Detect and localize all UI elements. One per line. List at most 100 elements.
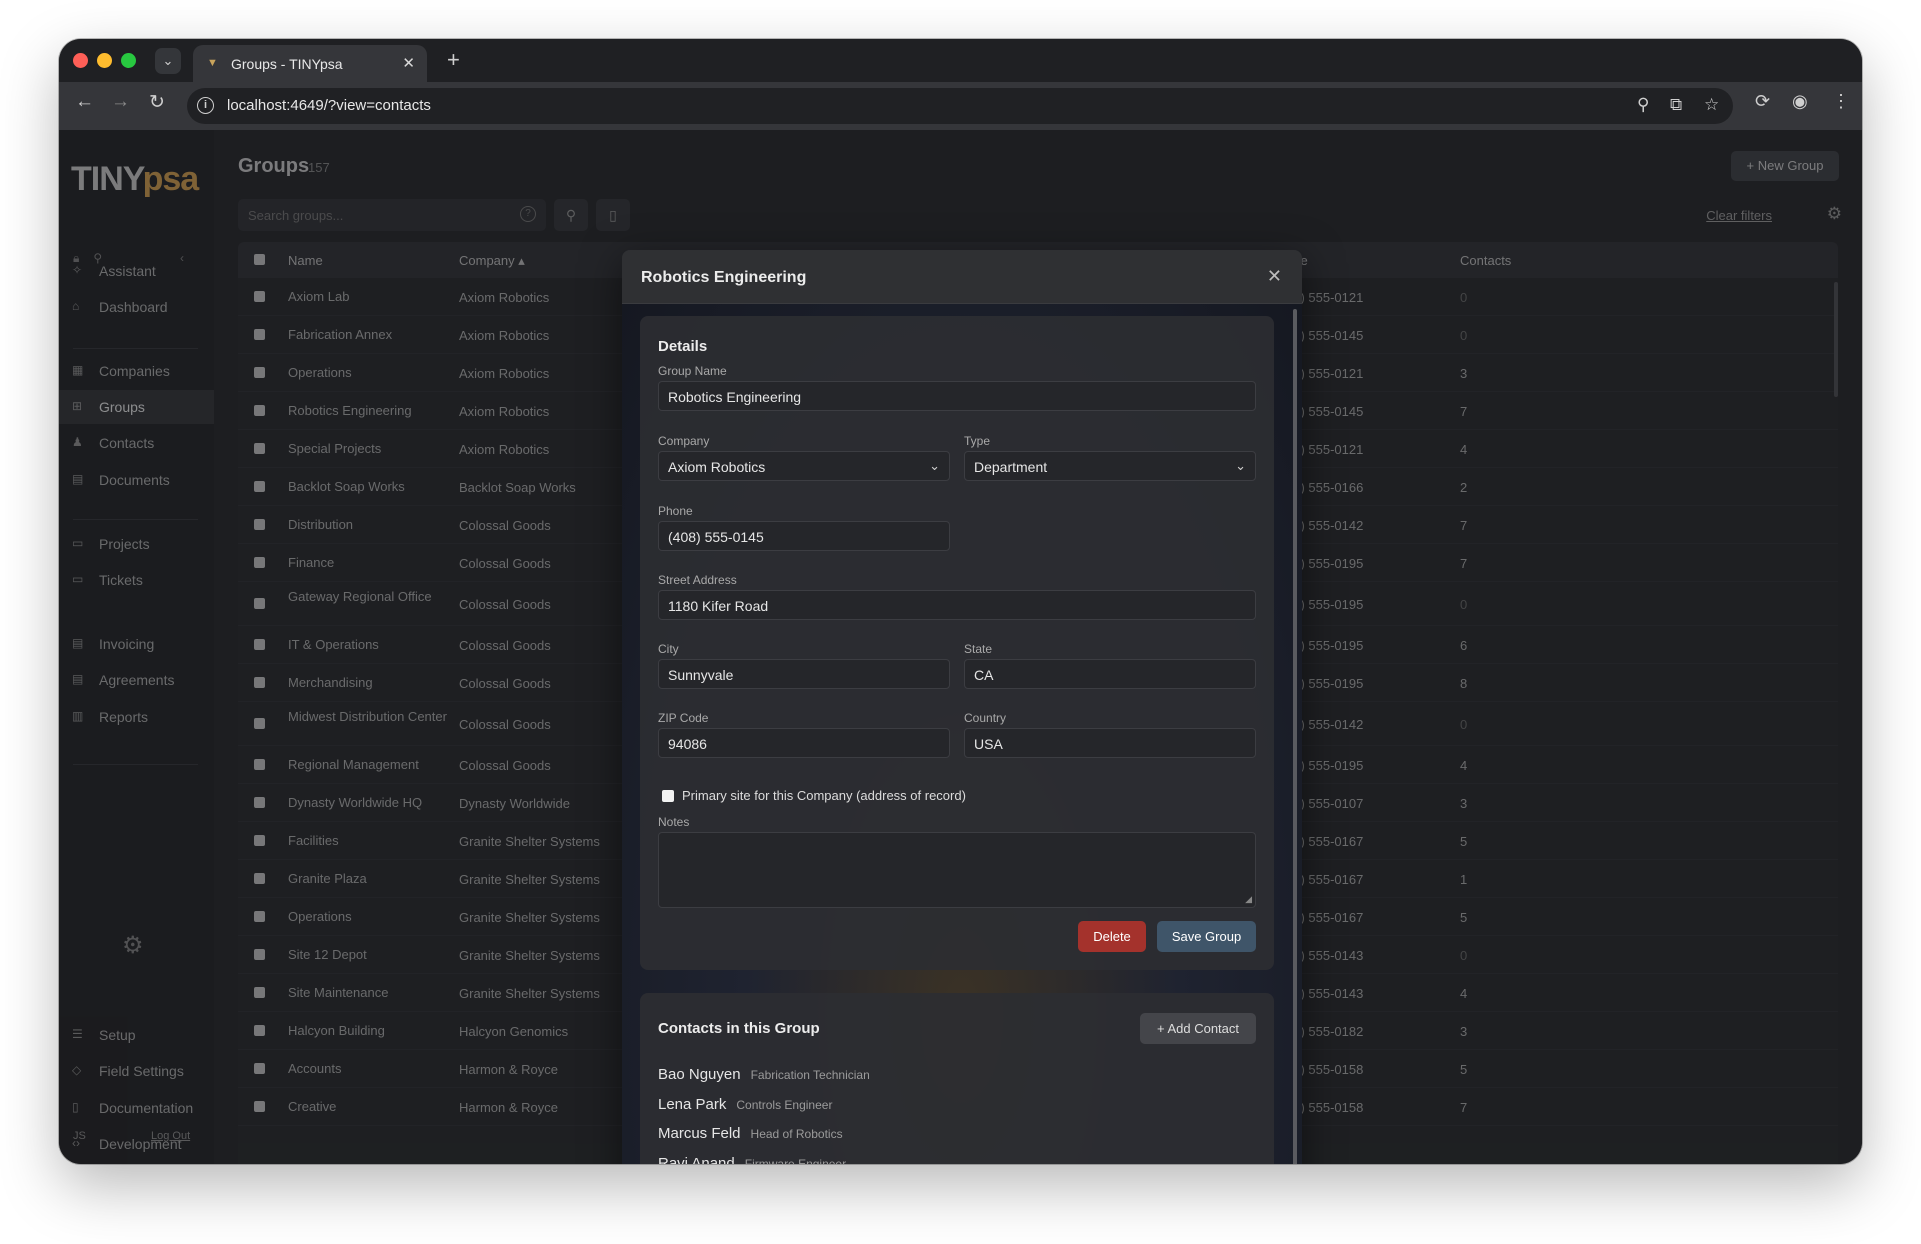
back-arrow-icon[interactable]: ← — [75, 91, 94, 113]
address-bar[interactable]: i localhost:4649/?view=contacts ⚲ ⧉ ☆ — [187, 88, 1733, 124]
user-initials[interactable]: JS — [73, 1130, 86, 1142]
row-checkbox[interactable] — [254, 1025, 265, 1036]
new-group-button[interactable]: + New Group — [1731, 151, 1839, 181]
sidebar-item-assistant[interactable]: ✧ Assistant — [59, 254, 214, 288]
cell-name[interactable]: Dynasty Worldwide HQ — [288, 796, 448, 810]
reload-icon[interactable]: ↻ — [149, 91, 165, 114]
cell-name[interactable]: Backlot Soap Works — [288, 480, 448, 494]
add-contact-button[interactable]: + Add Contact — [1140, 1013, 1256, 1044]
row-checkbox[interactable] — [254, 443, 265, 454]
sidebar-item-agreements[interactable]: ▤ Agreements — [59, 663, 214, 697]
row-checkbox[interactable] — [254, 987, 265, 998]
row-checkbox[interactable] — [254, 949, 265, 960]
cell-name[interactable]: Accounts — [288, 1062, 448, 1076]
sidebar-item-field-settings[interactable]: ◇ Field Settings — [59, 1054, 214, 1088]
notes-textarea[interactable]: ◢ — [658, 832, 1256, 908]
cell-name[interactable]: Site 12 Depot — [288, 948, 448, 962]
search-help-icon[interactable]: ? — [520, 206, 536, 222]
cell-name[interactable]: Robotics Engineering — [288, 404, 448, 418]
zip-input[interactable]: 94086 — [658, 728, 950, 758]
sidebar-item-documents[interactable]: ▤ Documents — [59, 463, 214, 497]
cell-name[interactable]: Regional Management — [288, 758, 448, 772]
cell-name[interactable]: Halcyon Building — [288, 1024, 448, 1038]
cell-name[interactable]: Gateway Regional Office — [288, 590, 448, 604]
sidebar-item-companies[interactable]: ▦ Companies — [59, 354, 214, 388]
sidebar-item-projects[interactable]: ▭ Projects — [59, 527, 214, 561]
table-scrollbar[interactable] — [1834, 282, 1838, 397]
row-checkbox[interactable] — [254, 519, 265, 530]
row-checkbox[interactable] — [254, 835, 265, 846]
select-all-checkbox[interactable] — [254, 254, 265, 265]
row-checkbox[interactable] — [254, 481, 265, 492]
extensions-icon[interactable]: ⟳ — [1755, 91, 1770, 112]
cell-name[interactable]: IT & Operations — [288, 638, 448, 652]
sidebar-item-tickets[interactable]: ▭ Tickets — [59, 563, 214, 597]
cell-name[interactable]: Facilities — [288, 834, 448, 848]
bookmark-filter-icon[interactable]: ▯ — [596, 199, 630, 231]
install-app-icon[interactable]: ⧉ — [1670, 95, 1682, 115]
row-checkbox[interactable] — [254, 291, 265, 302]
cell-name[interactable]: Granite Plaza — [288, 872, 448, 886]
contact-list-item[interactable]: Bao Nguyen Fabrication Technician — [658, 1066, 870, 1088]
site-info-icon[interactable]: i — [197, 97, 214, 114]
contact-name[interactable]: Marcus Feld — [658, 1125, 741, 1142]
contact-list-item[interactable]: Marcus Feld Head of Robotics — [658, 1125, 843, 1147]
sidebar-item-groups[interactable]: ⊞ Groups — [59, 390, 214, 424]
url-text[interactable]: localhost:4649/?view=contacts — [227, 97, 431, 114]
primary-site-checkbox[interactable] — [662, 790, 674, 802]
forward-arrow-icon[interactable]: → — [111, 91, 130, 113]
contact-list-item[interactable]: Ravi Anand Firmware Engineer — [658, 1155, 846, 1165]
clear-filters-link[interactable]: Clear filters — [1706, 208, 1772, 223]
column-header-contacts[interactable]: Contacts — [1460, 253, 1511, 268]
row-checkbox[interactable] — [254, 557, 265, 568]
sidebar-item-contacts[interactable]: ♟ Contacts — [59, 426, 214, 460]
cell-name[interactable]: Distribution — [288, 518, 448, 532]
cell-name[interactable]: Operations — [288, 366, 448, 380]
bookmark-star-icon[interactable]: ☆ — [1704, 95, 1719, 115]
country-input[interactable]: USA — [964, 728, 1256, 758]
row-checkbox[interactable] — [254, 1101, 265, 1112]
search-input[interactable]: Search groups... ? — [238, 199, 546, 231]
table-settings-gear-icon[interactable]: ⚙ — [1827, 204, 1842, 224]
cell-name[interactable]: Operations — [288, 910, 448, 924]
contact-name[interactable]: Lena Park — [658, 1096, 726, 1113]
phone-input[interactable]: (408) 555-0145 — [658, 521, 950, 551]
modal-scrollbar[interactable] — [1293, 309, 1297, 1164]
close-icon[interactable]: ✕ — [1267, 266, 1282, 287]
cell-name[interactable]: Special Projects — [288, 442, 448, 456]
cell-name[interactable]: Axiom Lab — [288, 290, 448, 304]
cell-name[interactable]: Creative — [288, 1100, 448, 1114]
cell-name[interactable]: Midwest Distribution Center — [288, 710, 448, 724]
row-checkbox[interactable] — [254, 598, 265, 609]
contact-name[interactable]: Bao Nguyen — [658, 1066, 741, 1083]
row-checkbox[interactable] — [254, 873, 265, 884]
row-checkbox[interactable] — [254, 677, 265, 688]
cell-name[interactable]: Finance — [288, 556, 448, 570]
cell-name[interactable]: Fabrication Annex — [288, 328, 448, 342]
maximize-window-button[interactable] — [121, 53, 136, 68]
browser-tab[interactable]: ▼ Groups - TINYpsa ✕ — [193, 45, 427, 82]
row-checkbox[interactable] — [254, 718, 265, 729]
minimize-window-button[interactable] — [97, 53, 112, 68]
state-input[interactable]: CA — [964, 659, 1256, 689]
resize-grip-icon[interactable]: ◢ — [1245, 894, 1252, 905]
save-group-button[interactable]: Save Group — [1157, 921, 1256, 952]
sidebar-item-documentation[interactable]: ▯ Documentation — [59, 1091, 214, 1125]
pin-filter-icon[interactable]: ⚲ — [554, 199, 588, 231]
primary-site-label[interactable]: Primary site for this Company (address o… — [682, 788, 966, 803]
cell-name[interactable]: Site Maintenance — [288, 986, 448, 1000]
city-input[interactable]: Sunnyvale — [658, 659, 950, 689]
app-logo[interactable]: TINYpsa — [71, 160, 199, 199]
sidebar-item-invoicing[interactable]: ▤ Invoicing — [59, 627, 214, 661]
logout-link[interactable]: Log Out — [151, 1130, 190, 1142]
zoom-icon[interactable]: ⚲ — [1637, 95, 1649, 115]
column-header-company[interactable]: Company ▴ — [459, 253, 525, 269]
tab-search-chevron-icon[interactable]: ⌄ — [155, 48, 181, 74]
contact-list-item[interactable]: Lena Park Controls Engineer — [658, 1096, 832, 1118]
contact-name[interactable]: Ravi Anand — [658, 1155, 735, 1165]
row-checkbox[interactable] — [254, 367, 265, 378]
tab-close-icon[interactable]: ✕ — [402, 54, 415, 72]
company-select[interactable]: Axiom Robotics ⌄ — [658, 451, 950, 481]
sidebar-item-dashboard[interactable]: ⌂ Dashboard — [59, 290, 214, 324]
close-window-button[interactable] — [73, 53, 88, 68]
